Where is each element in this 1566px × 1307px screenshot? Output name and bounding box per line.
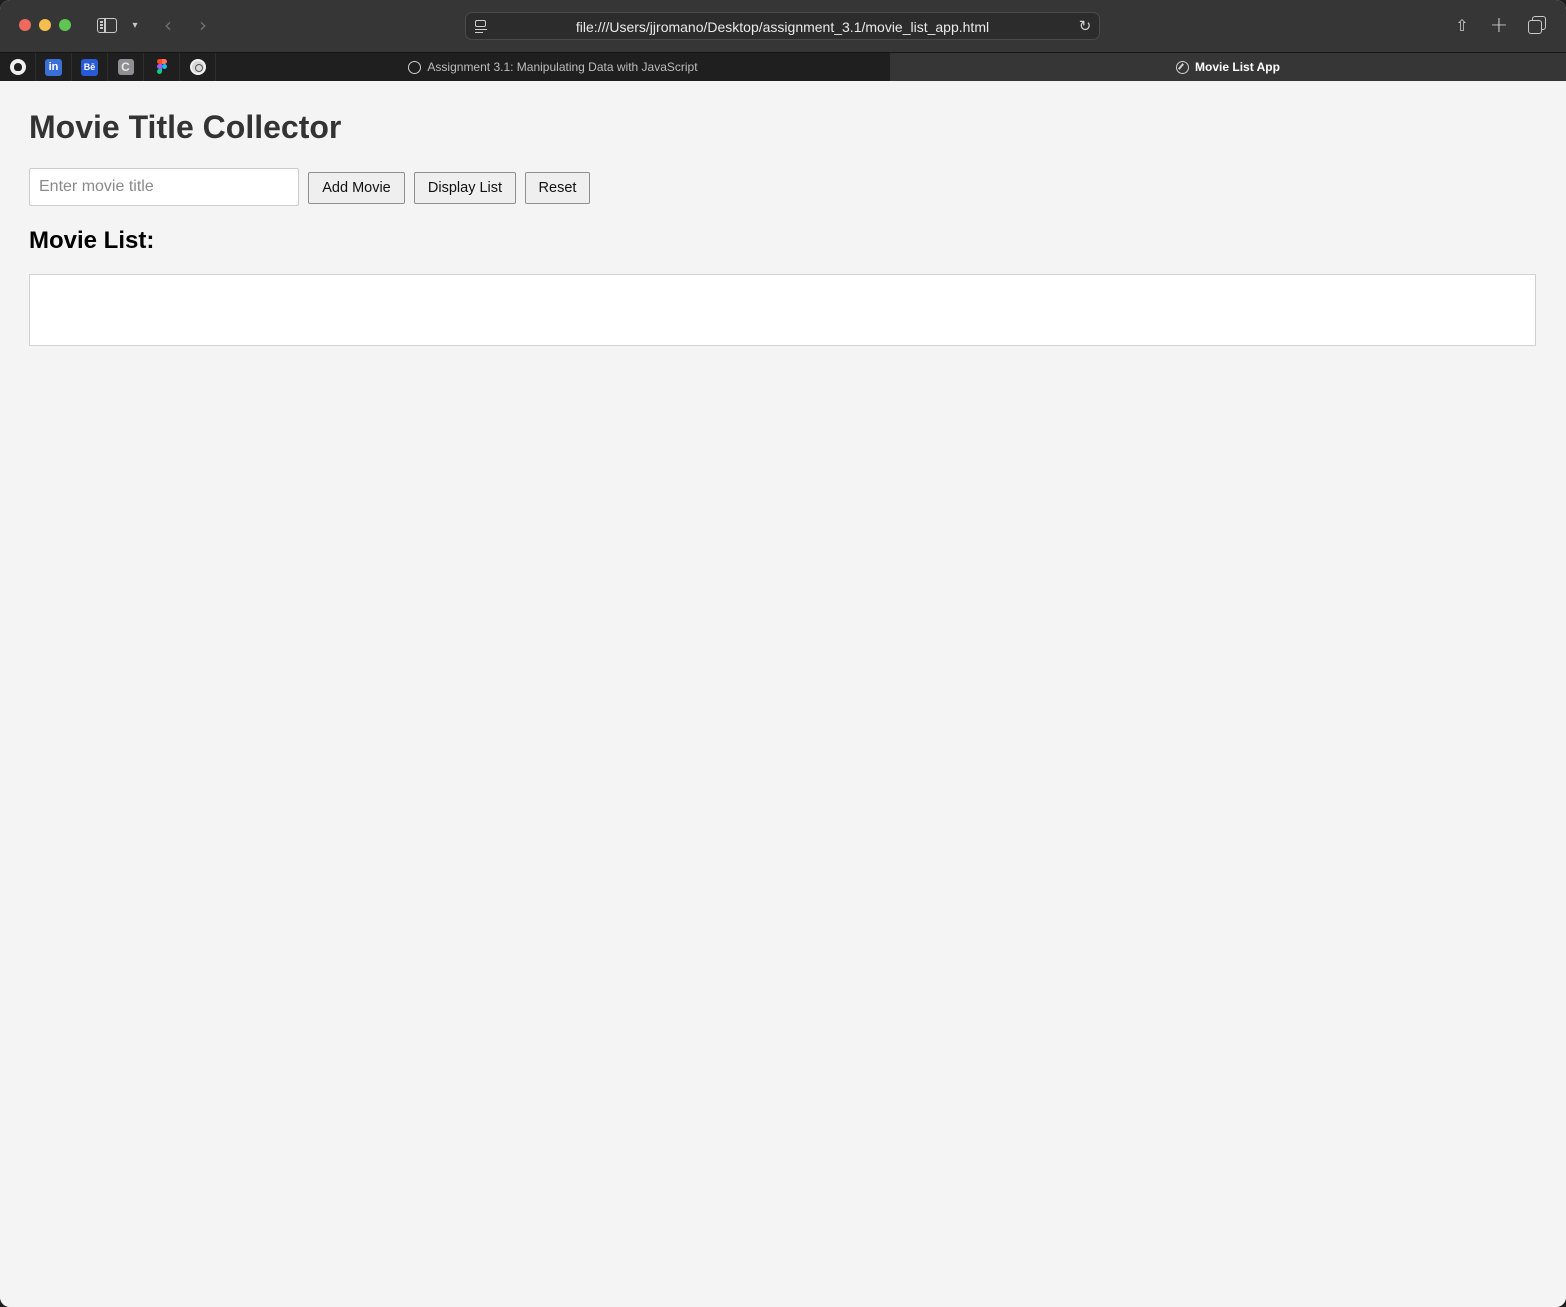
figma-icon: [156, 59, 167, 75]
chevron-right-icon[interactable]: ›: [193, 13, 213, 37]
browser-toolbar: ▾ ‹ › file:///Users/jjromano/Desktop/ass…: [0, 0, 1566, 52]
pinned-tab-figma[interactable]: [144, 53, 180, 81]
plus-icon[interactable]: +: [1489, 13, 1509, 38]
tab-bar: in Bē C Assignment 3.1: Manipulating Dat…: [0, 52, 1566, 81]
page-title: Movie Title Collector: [29, 109, 342, 145]
pinned-tab-c[interactable]: C: [108, 53, 144, 81]
address-url[interactable]: file:///Users/jjromano/Desktop/assignmen…: [466, 19, 1099, 35]
add-movie-button[interactable]: Add Movie: [308, 172, 405, 204]
linkedin-icon: in: [45, 58, 62, 76]
address-bar[interactable]: file:///Users/jjromano/Desktop/assignmen…: [465, 12, 1100, 40]
c-icon: C: [117, 59, 134, 75]
maximize-window-button[interactable]: [59, 19, 71, 31]
behance-icon: Bē: [81, 58, 98, 76]
tab-label: Movie List App: [1195, 60, 1280, 74]
pinned-tab-behance[interactable]: Bē: [72, 53, 108, 81]
share-icon[interactable]: ⇧: [1452, 14, 1472, 36]
compass-icon: [1176, 60, 1190, 74]
pinned-tab-university[interactable]: [180, 53, 216, 81]
pinned-tab-linkedin[interactable]: in: [36, 53, 72, 81]
reload-icon[interactable]: ↻: [1077, 17, 1093, 35]
tab-label: Assignment 3.1: Manipulating Data with J…: [427, 60, 698, 74]
page-content: Movie Title Collector Add Movie Display …: [0, 81, 1566, 1307]
tab-assignment[interactable]: Assignment 3.1: Manipulating Data with J…: [216, 53, 890, 81]
chevron-left-icon[interactable]: ‹: [158, 13, 178, 37]
reset-button[interactable]: Reset: [525, 172, 590, 204]
display-list-button[interactable]: Display List: [414, 172, 516, 204]
tab-overview-icon[interactable]: [1527, 14, 1549, 36]
movie-list-heading: Movie List:: [29, 227, 155, 254]
chevron-down-icon[interactable]: ▾: [128, 14, 142, 36]
seal-icon: [408, 60, 422, 74]
movie-list-output: [29, 274, 1536, 346]
tab-movie-list-app[interactable]: Movie List App: [890, 53, 1566, 81]
browser-window: ▾ ‹ › file:///Users/jjromano/Desktop/ass…: [0, 0, 1566, 1307]
movie-title-input[interactable]: [29, 168, 299, 206]
github-icon: [9, 59, 26, 75]
pinned-tab-github[interactable]: [0, 53, 36, 81]
close-window-button[interactable]: [19, 19, 31, 31]
minimize-window-button[interactable]: [39, 19, 51, 31]
seal-icon: [189, 59, 206, 75]
sidebar-icon[interactable]: [96, 14, 118, 36]
